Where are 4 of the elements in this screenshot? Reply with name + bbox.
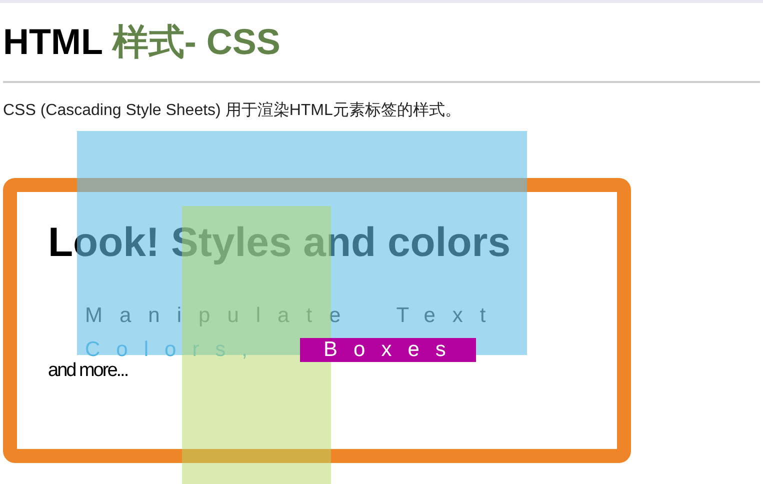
page-heading: HTML 样式- CSS: [3, 20, 280, 64]
intro-paragraph: CSS (Cascading Style Sheets) 用于渲染HTML元素标签的样式。: [3, 101, 461, 121]
boxes-label: Boxes: [300, 338, 476, 362]
more-text: and more...: [48, 360, 128, 382]
